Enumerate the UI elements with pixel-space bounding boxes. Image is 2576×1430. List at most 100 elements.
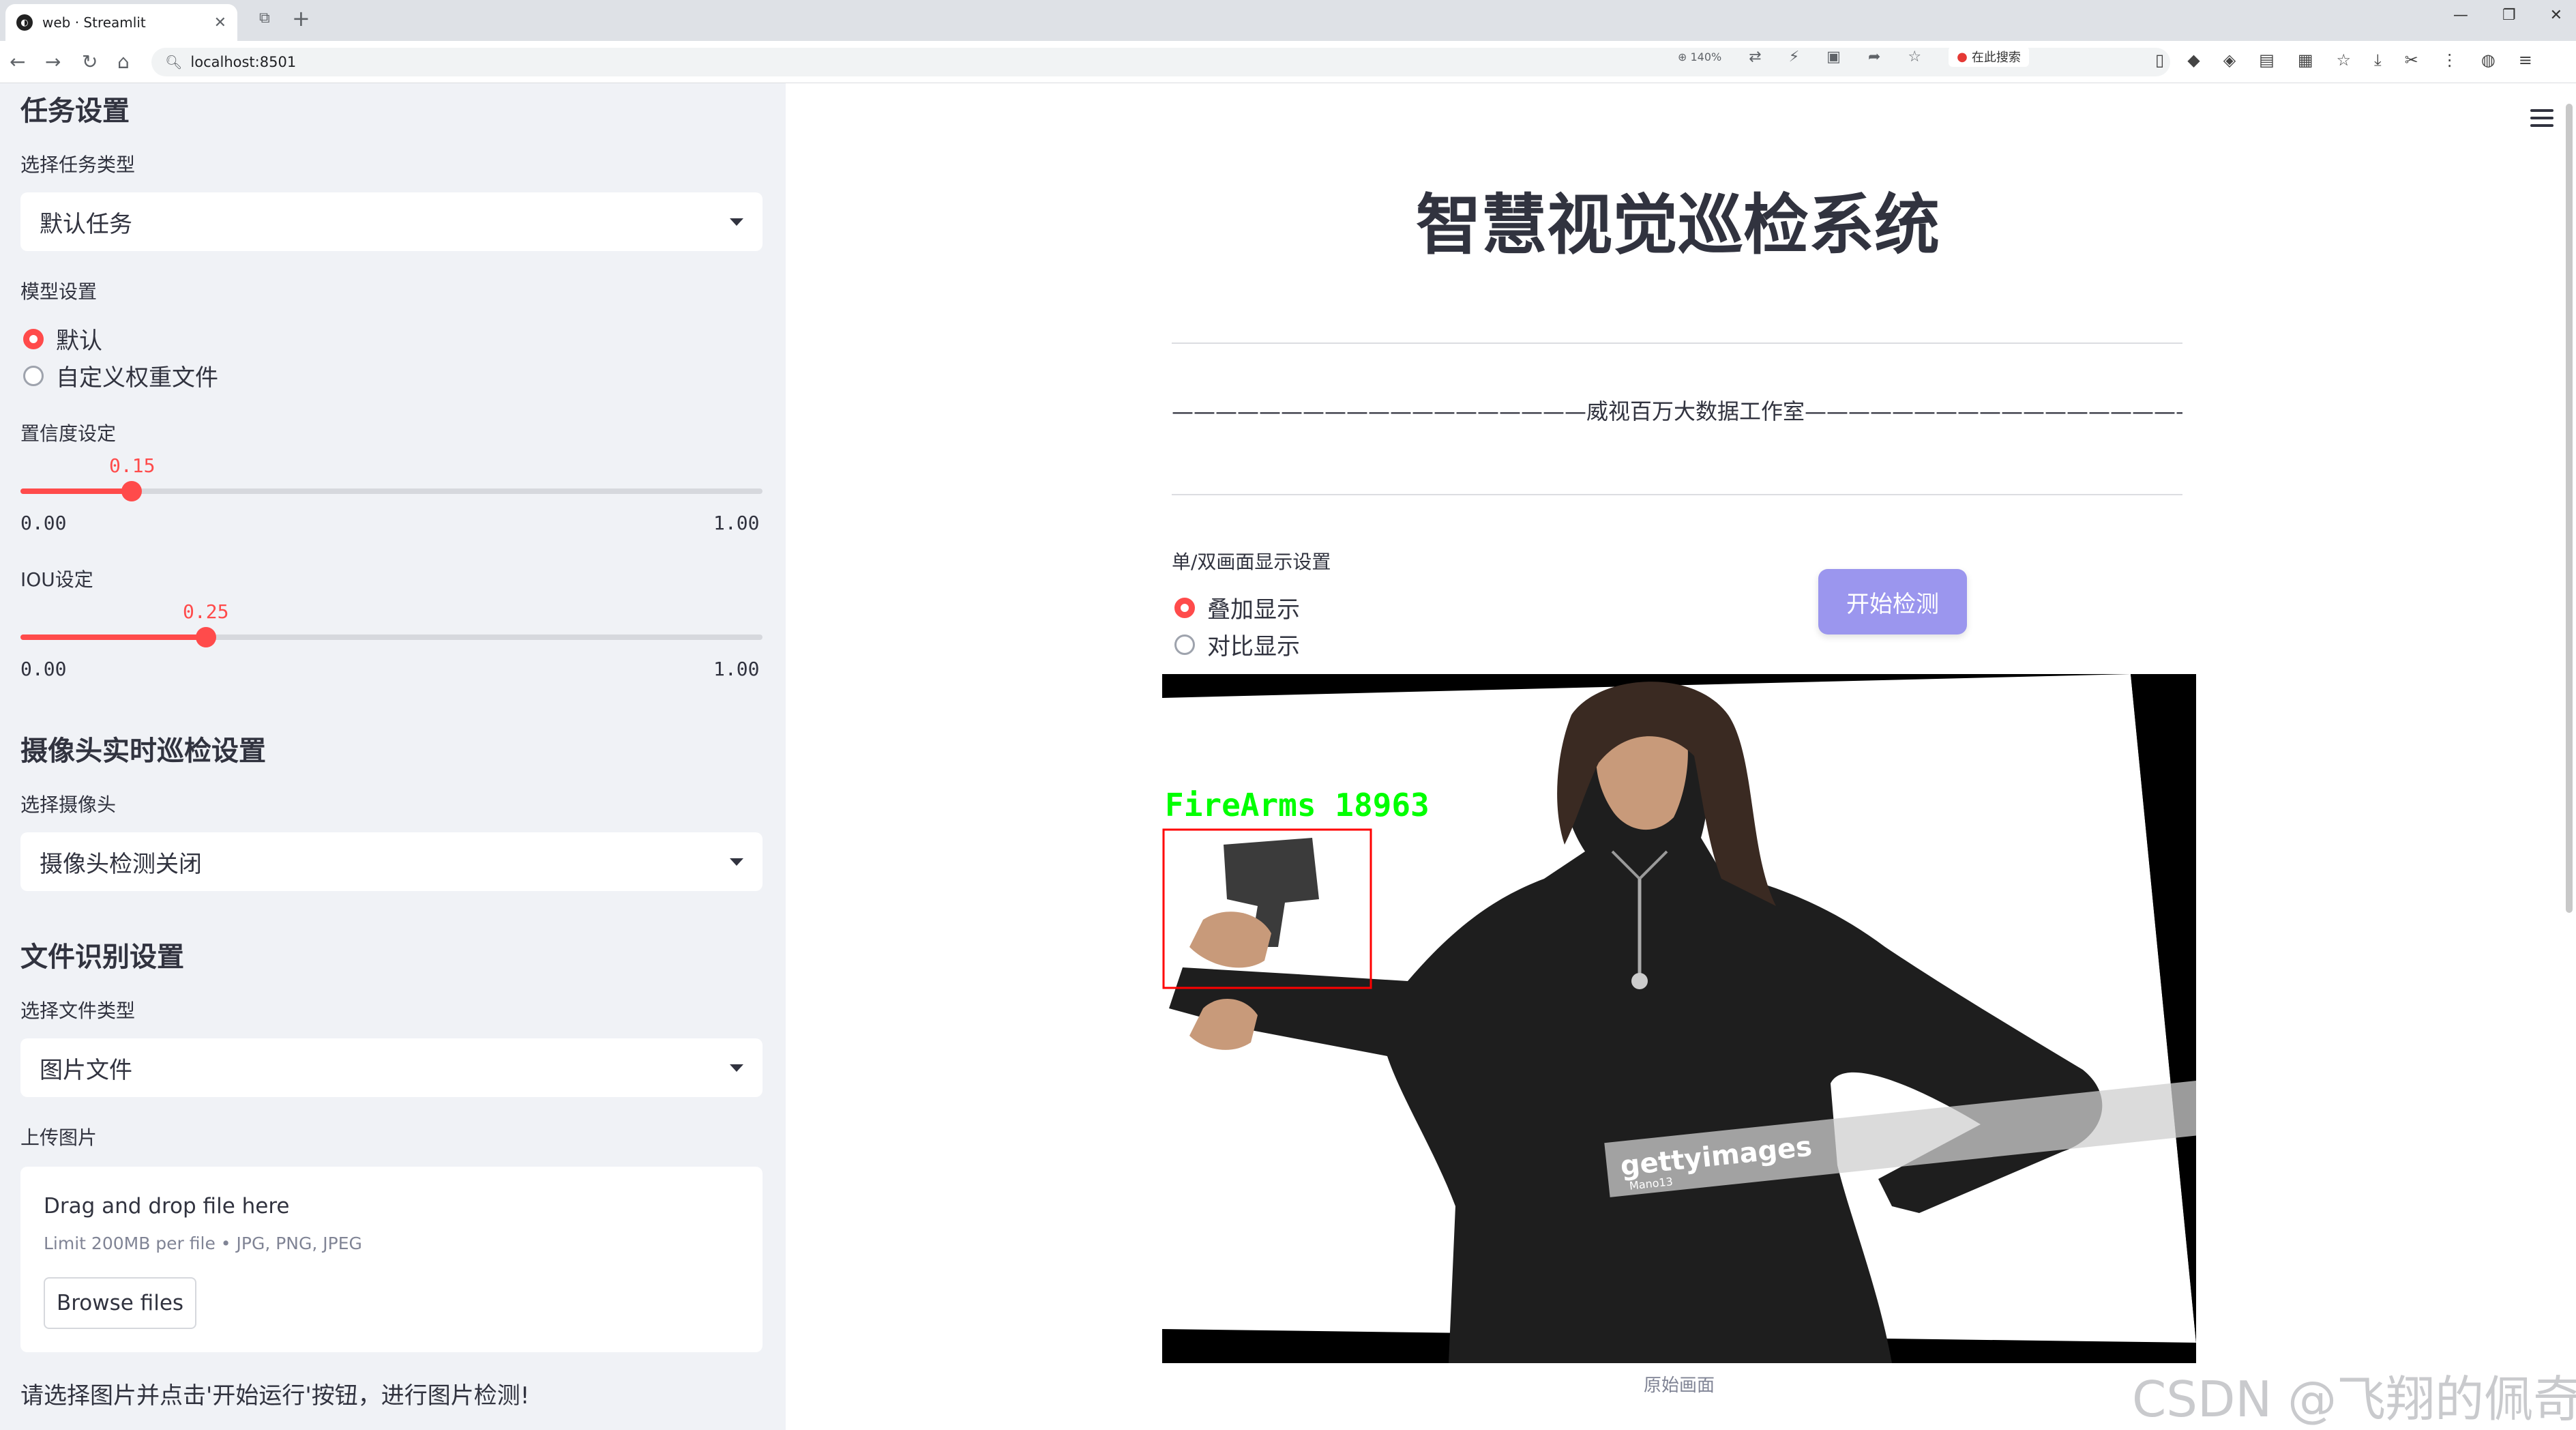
file-type-select[interactable]: 图片文件 — [20, 1038, 763, 1097]
display-option-overlay[interactable]: 叠加显示 — [1174, 591, 1300, 624]
radio-selected-icon[interactable] — [23, 328, 44, 349]
browser-tab-bar: ◐ web · Streamlit ✕ ⧉ + — ❐ ✕ — [0, 0, 2576, 41]
translate-icon[interactable]: ⇄ — [1749, 48, 1761, 65]
back-icon[interactable]: ← — [10, 50, 25, 73]
browser-menu-icon[interactable]: ≡ — [2519, 50, 2532, 70]
model-option-label: 自定义权重文件 — [56, 364, 218, 392]
display-option-compare[interactable]: 对比显示 — [1174, 628, 1300, 661]
dropzone-text: Drag and drop file here — [44, 1194, 290, 1219]
csdn-watermark: CSDN @飞翔的佩奇 — [2132, 1371, 2576, 1428]
confidence-slider-fill — [20, 488, 132, 494]
camera-section-title: 摄像头实时巡检设置 — [20, 735, 266, 767]
scissors-icon[interactable]: ✂ — [2405, 50, 2418, 70]
scrollbar[interactable] — [2566, 104, 2573, 913]
window-controls: — ❐ ✕ — [2453, 7, 2562, 24]
dropzone-limit: Limit 200MB per file • JPG, PNG, JPEG — [44, 1234, 362, 1253]
confidence-value: 0.15 — [109, 454, 156, 477]
reload-icon[interactable]: ↻ — [82, 50, 98, 73]
task-type-label: 选择任务类型 — [20, 154, 136, 176]
iou-value: 0.25 — [183, 600, 229, 623]
image-caption: 原始画面 — [1643, 1375, 1715, 1396]
radio-unselected-icon[interactable] — [1174, 634, 1195, 655]
restore-icon[interactable]: ❐ — [2502, 7, 2516, 24]
detection-result-image: FireArms 18963 gettyimages Mano13 — [1162, 674, 2196, 1363]
search-engine-icon: ● — [1957, 49, 1968, 64]
display-mode-label: 单/双画面显示设置 — [1172, 551, 1331, 573]
home-icon[interactable]: ⌂ — [117, 50, 130, 73]
download-icon[interactable]: ⤓ — [2374, 50, 2382, 70]
extension-icons: ▯ ◆ ◈ ▤ ▦ ☆ ⤓ ✂ ⋮ ◍ ≡ — [2155, 50, 2532, 70]
start-detection-button[interactable]: 开始检测 — [1818, 569, 1967, 634]
display-option-label: 叠加显示 — [1207, 596, 1300, 624]
iou-slider-thumb[interactable] — [196, 627, 216, 647]
lightning-icon[interactable]: ⚡ — [1789, 48, 1799, 65]
capture-icon[interactable]: ▣ — [1826, 48, 1841, 65]
tab-groups-icon[interactable]: ⧉ — [259, 10, 270, 27]
iou-max: 1.00 — [713, 658, 760, 680]
browser-toolbar: ← → ↻ ⌂ 🔍︎ localhost:8501 ⊕ 140% ⇄ ⚡ ▣ ➦… — [0, 41, 2576, 83]
confidence-label: 置信度设定 — [20, 422, 117, 445]
divider-bottom — [1172, 494, 2182, 495]
profile-avatar-icon[interactable]: ◍ — [2481, 50, 2496, 70]
close-window-icon[interactable]: ✕ — [2550, 7, 2562, 24]
extension-c-icon[interactable]: ▤ — [2259, 50, 2275, 70]
share-icon[interactable]: ➦ — [1868, 48, 1880, 65]
extension-a-icon[interactable]: ◆ — [2187, 50, 2200, 70]
upload-label: 上传图片 — [20, 1126, 98, 1149]
search-engine-box[interactable]: ● 在此搜索 — [1949, 46, 2029, 67]
camera-value: 摄像头检测关闭 — [40, 850, 202, 878]
extension-d-icon[interactable]: ▦ — [2298, 50, 2313, 70]
chevron-down-icon — [730, 218, 743, 226]
page-title: 智慧视觉巡检系统 — [1416, 187, 1940, 263]
sidebar: 任务设置 选择任务类型 默认任务 模型设置 默认 自定义权重文件 置信度设定 0… — [0, 83, 786, 1430]
bookmark-star-icon[interactable]: ☆ — [1908, 48, 1921, 65]
camera-select[interactable]: 摄像头检测关闭 — [20, 832, 763, 891]
divider-top — [1172, 342, 2182, 344]
iou-slider[interactable] — [20, 627, 763, 647]
iou-min: 0.00 — [20, 658, 67, 680]
radio-unselected-icon[interactable] — [23, 365, 44, 386]
radio-selected-icon[interactable] — [1174, 597, 1195, 618]
zoom-indicator[interactable]: ⊕ 140% — [1678, 50, 1721, 63]
sidebar-note: 请选择图片并点击'开始运行'按钮，进行图片检测! — [20, 1382, 530, 1410]
model-label: 模型设置 — [20, 280, 98, 303]
confidence-max: 1.00 — [713, 512, 760, 534]
task-type-value: 默认任务 — [40, 210, 132, 238]
url-text: localhost:8501 — [190, 54, 297, 70]
model-option-label: 默认 — [56, 327, 102, 355]
file-type-label: 选择文件类型 — [20, 999, 136, 1022]
extension-b-icon[interactable]: ◈ — [2223, 50, 2236, 70]
mobile-icon[interactable]: ▯ — [2155, 50, 2164, 70]
file-dropzone[interactable]: Drag and drop file here Limit 200MB per … — [20, 1167, 763, 1352]
file-type-value: 图片文件 — [40, 1056, 132, 1084]
hamburger-menu-icon[interactable] — [2530, 109, 2553, 132]
confidence-min: 0.00 — [20, 512, 67, 534]
zoom-level: 140% — [1690, 50, 1722, 63]
model-option-custom[interactable]: 自定义权重文件 — [23, 359, 218, 392]
iou-slider-fill — [20, 634, 206, 640]
task-section-title: 任务设置 — [20, 96, 130, 127]
minimize-icon[interactable]: — — [2453, 7, 2468, 24]
site-info-icon[interactable]: 🔍︎ — [165, 54, 182, 70]
streamlit-logo-icon: ◐ — [16, 14, 33, 31]
forward-icon[interactable]: → — [45, 50, 61, 73]
detection-label: FireArms 18963 — [1165, 787, 1430, 823]
browser-tab[interactable]: ◐ web · Streamlit ✕ — [5, 4, 237, 41]
confidence-slider-thumb[interactable] — [121, 481, 142, 501]
confidence-slider[interactable] — [20, 481, 763, 501]
model-option-default[interactable]: 默认 — [23, 322, 102, 355]
tab-title: web · Streamlit — [42, 14, 146, 31]
close-tab-icon[interactable]: ✕ — [214, 14, 226, 31]
chevron-down-icon — [730, 858, 743, 866]
favorites-icon[interactable]: ☆ — [2337, 50, 2352, 70]
camera-label: 选择摄像头 — [20, 793, 117, 816]
studio-line: ———————————————————威视百万大数据工作室———————————… — [1172, 398, 2182, 424]
more-menu-icon[interactable]: ⋮ — [2442, 50, 2458, 70]
iou-label: IOU设定 — [20, 568, 93, 591]
display-option-label: 对比显示 — [1207, 633, 1300, 660]
address-bar-actions: ⊕ 140% ⇄ ⚡ ▣ ➦ ☆ ● 在此搜索 — [1678, 46, 2029, 67]
task-type-select[interactable]: 默认任务 — [20, 192, 763, 251]
new-tab-icon[interactable]: + — [292, 5, 310, 31]
search-label: 在此搜索 — [1971, 50, 2021, 65]
browse-files-button[interactable]: Browse files — [44, 1277, 196, 1329]
